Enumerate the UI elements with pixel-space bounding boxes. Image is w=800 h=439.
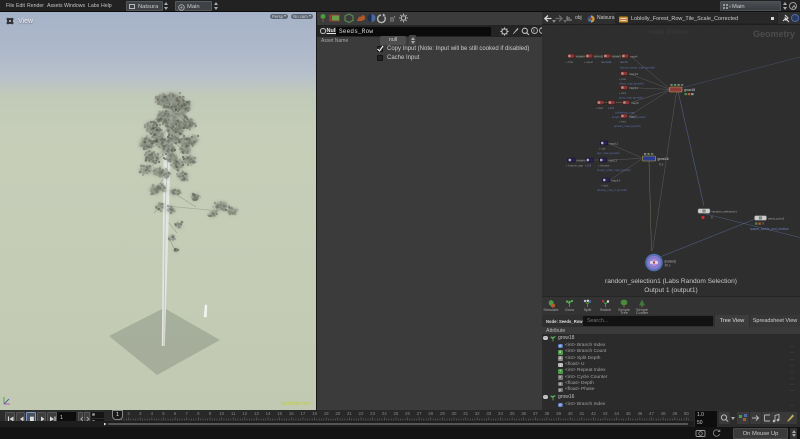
svg-text:+ seed: + seed [584,60,593,64]
svg-text:45 s: 45 s [665,264,671,268]
svg-text:noise1: noise1 [612,55,621,59]
svg-text:pivot_map (growth): pivot_map (growth) [619,96,643,100]
svg-text:grow16: grow16 [658,157,669,161]
svg-text:0 s: 0 s [659,163,664,167]
svg-text:age_map (growth): age_map (growth) [597,151,620,155]
svg-text:+ opt: + opt [599,147,606,151]
svg-text:seed_point1: seed_point1 [768,216,785,220]
svg-text:0: 0 [762,222,764,226]
svg-text:density_map_2 (growth): density_map_2 (growth) [597,188,627,192]
svg-text:+ pos: + pos [619,77,627,81]
svg-text:random_selection1: random_selection1 [712,209,738,213]
svg-text:map11: map11 [629,86,638,90]
svg-text:length_scale_map (growth): length_scale_map (growth) [597,168,631,172]
svg-text:map12: map12 [609,142,619,146]
svg-text:grow18: grow18 [684,88,695,92]
svg-text:map10: map10 [629,72,639,76]
svg-text:+ fwd: + fwd [619,120,626,124]
svg-text:offset_map (growth): offset_map (growth) [619,82,644,86]
svg-text:xform2: xform2 [594,55,604,59]
svg-text:map4: map4 [630,55,638,59]
svg-text:map13: map13 [608,159,618,163]
svg-text:spawn_seeds_and_residue: spawn_seeds_and_residue [750,227,789,231]
svg-text:x 0.5: x 0.5 [585,164,592,168]
svg-text:n': n' [390,15,396,24]
svg-text:map14: map14 [611,179,621,183]
svg-text:+ fwd: + fwd [596,106,603,110]
svg-text:nov br: nov br [620,60,628,64]
svg-text:map8: map8 [631,101,639,105]
svg-text:spread_map (growth): spread_map (growth) [614,124,641,128]
svg-text:+ branch_age: + branch_age [566,164,584,168]
svg-text:0: 0 [711,216,713,220]
svg-text:+ first: + first [566,60,573,64]
svg-text:map7: map7 [629,115,637,119]
svg-text:+ fwd: + fwd [601,184,608,188]
svg-text:nov tex1: nov tex1 [601,60,612,64]
svg-text:x 2.0: x 2.0 [608,106,615,110]
svg-text:+ fwd: + fwd [619,91,626,95]
svg-text:branch_depth_map (growth): branch_depth_map (growth) [620,66,655,70]
svg-text:+ fwrdset: + fwrdset [598,164,610,168]
